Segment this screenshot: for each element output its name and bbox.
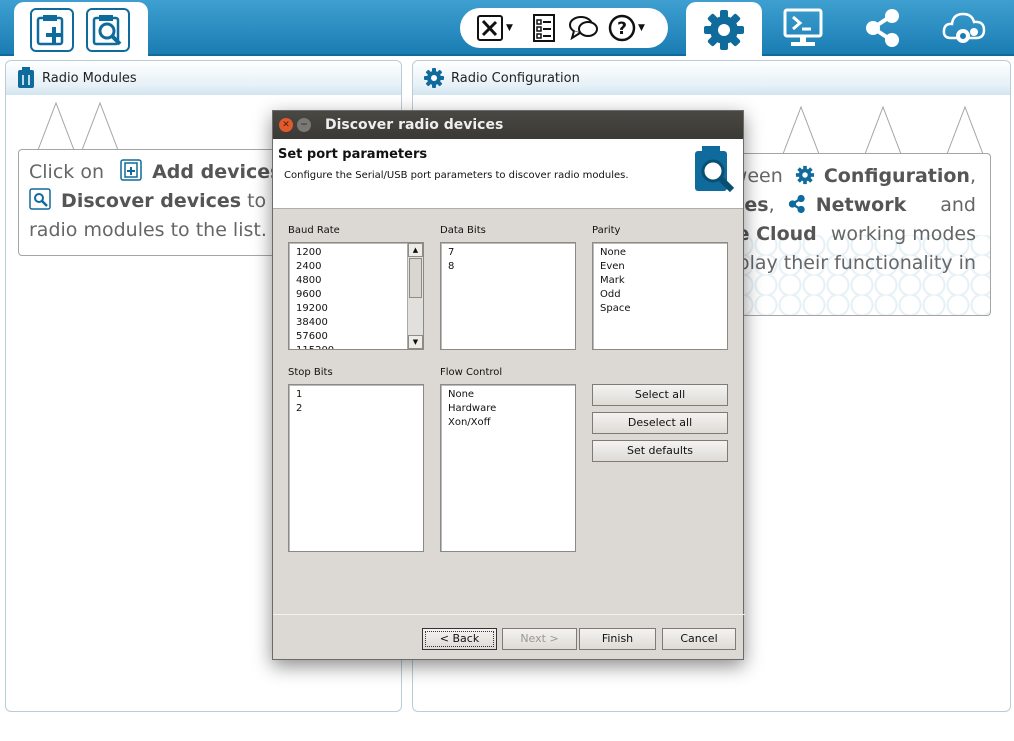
cancel-button[interactable]: Cancel [662, 628, 736, 650]
main-toolbar: ▼ ? ▼ [0, 0, 1014, 56]
feedback-button[interactable] [568, 13, 600, 43]
panel-title: Radio Modules [42, 70, 137, 86]
tools-button[interactable]: ▼ [476, 13, 513, 43]
dialog-header: Set port parameters Configure the Serial… [273, 139, 743, 209]
svg-text:?: ? [617, 19, 627, 39]
dialog-header-title: Set port parameters [278, 147, 428, 162]
list-item[interactable]: None [593, 246, 727, 260]
select-all-button[interactable]: Select all [592, 384, 728, 406]
hint-configuration-label: Configuration [823, 165, 970, 187]
list-item[interactable]: 9600 [289, 288, 423, 302]
scroll-down-icon[interactable]: ▼ [408, 335, 423, 349]
configuration-mode-tab[interactable] [686, 2, 762, 56]
tools-icon [477, 15, 503, 41]
add-devices-button[interactable] [30, 8, 74, 52]
stop-bits-list[interactable]: 1 2 [288, 384, 424, 552]
deselect-all-button[interactable]: Deselect all [592, 412, 728, 434]
hint-network-label: Network [815, 194, 907, 216]
list-item[interactable]: Xon/Xoff [441, 416, 575, 430]
utilities-pill: ▼ ? ▼ [460, 8, 668, 48]
baud-rate-list[interactable]: 1200 2400 4800 9600 19200 38400 57600 11… [288, 242, 424, 350]
list-item[interactable]: Odd [593, 288, 727, 302]
add-devices-icon [36, 15, 64, 46]
radio-modules-header: Radio Modules [6, 61, 401, 95]
dialog-title: Discover radio devices [325, 117, 504, 133]
hint-text: Click on [29, 161, 104, 183]
back-button[interactable]: < Back [422, 628, 497, 650]
consoles-mode-button[interactable] [780, 6, 826, 50]
list-item[interactable]: 1200 [289, 246, 423, 260]
list-item[interactable]: Space [593, 302, 727, 316]
baud-rate-label: Baud Rate [288, 225, 340, 236]
configuration-icon [704, 10, 744, 50]
list-item[interactable]: 2 [289, 402, 423, 416]
discover-devices-icon [695, 146, 735, 193]
list-item[interactable]: 115200 [289, 344, 423, 349]
chevron-down-icon: ▼ [638, 23, 645, 33]
list-item[interactable]: 2400 [289, 260, 423, 274]
list-item[interactable]: 7 [441, 246, 575, 260]
discover-radio-devices-dialog: ✕ − Discover radio devices Set port para… [272, 110, 745, 660]
discover-devices-icon [29, 188, 51, 210]
list-item[interactable]: Mark [593, 274, 727, 288]
list-item[interactable]: 57600 [289, 330, 423, 344]
list-item[interactable]: 19200 [289, 302, 423, 316]
network-icon [866, 9, 899, 47]
discover-devices-icon [92, 15, 122, 46]
list-item[interactable]: Hardware [441, 402, 575, 416]
cloud-icon [942, 12, 986, 43]
checklist-icon [533, 14, 555, 42]
dialog-separator [273, 614, 745, 615]
speech-tail-decoration [782, 105, 984, 155]
list-item[interactable]: None [441, 388, 575, 402]
list-item[interactable]: 38400 [289, 316, 423, 330]
gear-icon [424, 68, 444, 88]
network-icon [788, 194, 805, 214]
next-button[interactable]: Next > [502, 628, 577, 650]
discover-devices-button[interactable] [86, 8, 130, 52]
chat-icon [569, 16, 598, 41]
list-item[interactable]: 1 [289, 388, 423, 402]
list-item[interactable]: 4800 [289, 274, 423, 288]
scroll-thumb[interactable] [409, 258, 422, 298]
radio-configuration-header: Radio Configuration [413, 61, 1010, 95]
parity-label: Parity [592, 225, 621, 236]
list-item[interactable]: Even [593, 260, 727, 274]
list-item[interactable]: 8 [441, 260, 575, 274]
xctu-window: ▼ ? ▼ Radio Modules Click on Add devices… [0, 0, 1014, 741]
data-bits-label: Data Bits [440, 225, 486, 236]
minimize-icon[interactable]: − [297, 118, 311, 132]
dialog-header-description: Configure the Serial/USB port parameters… [284, 170, 629, 181]
devices-toolbar-tab [14, 2, 148, 56]
set-defaults-button[interactable]: Set defaults [592, 440, 728, 462]
stop-bits-label: Stop Bits [288, 367, 333, 378]
cloud-mode-button[interactable] [940, 6, 988, 50]
speech-tail-decoration [37, 101, 119, 151]
data-bits-list[interactable]: 7 8 [440, 242, 576, 350]
scroll-up-icon[interactable]: ▲ [408, 243, 423, 257]
finish-button[interactable]: Finish [579, 628, 656, 650]
add-devices-icon [120, 159, 142, 181]
hint-text: working modes [830, 223, 976, 245]
help-button[interactable]: ? ▼ [608, 13, 645, 43]
flow-control-list[interactable]: None Hardware Xon/Xoff [440, 384, 576, 552]
hint-text: and [940, 194, 976, 216]
close-icon[interactable]: ✕ [279, 118, 293, 132]
gear-icon [795, 165, 814, 185]
baud-rate-scrollbar[interactable]: ▲ ▼ [407, 243, 423, 349]
radio-modules-icon [18, 67, 34, 88]
panel-title: Radio Configuration [451, 70, 580, 86]
chevron-down-icon: ▼ [506, 23, 513, 33]
parity-list[interactable]: None Even Mark Odd Space [592, 242, 728, 350]
consoles-icon [783, 8, 823, 46]
hint-add-devices-label: Add devices [152, 161, 282, 183]
flow-control-label: Flow Control [440, 367, 503, 378]
network-mode-button[interactable] [860, 6, 906, 50]
help-icon: ? [608, 14, 636, 42]
profile-button[interactable] [532, 13, 556, 43]
dialog-titlebar[interactable]: ✕ − Discover radio devices [273, 111, 743, 139]
hint-discover-devices-label: Discover devices [61, 190, 242, 212]
